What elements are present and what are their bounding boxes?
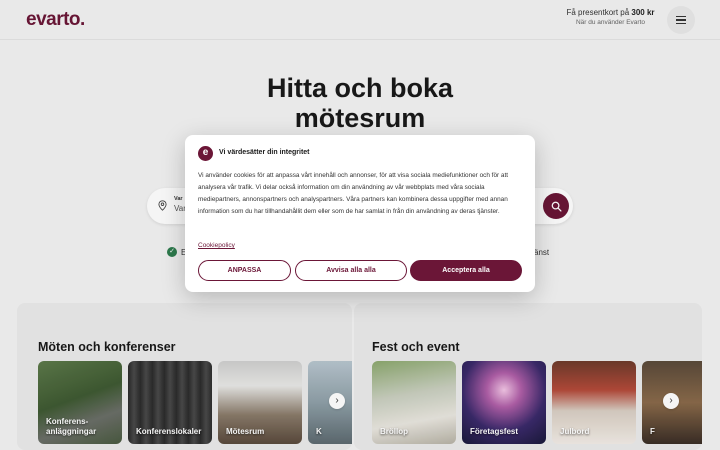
cookie-consent-dialog: e Vi värdesätter din integritet Vi använ…: [185, 135, 535, 292]
dialog-body: Vi använder cookies för att anpassa vårt…: [198, 172, 509, 215]
customize-button[interactable]: ANPASSA: [198, 260, 291, 281]
reject-all-button[interactable]: Avvisa alla alla: [295, 260, 407, 281]
evarto-logo-icon: e: [198, 146, 213, 161]
cookie-policy-link[interactable]: Cookiepolicy: [198, 242, 235, 249]
accept-all-button[interactable]: Acceptera alla: [410, 260, 522, 281]
dialog-title: Vi värdesätter din integritet: [219, 149, 310, 156]
